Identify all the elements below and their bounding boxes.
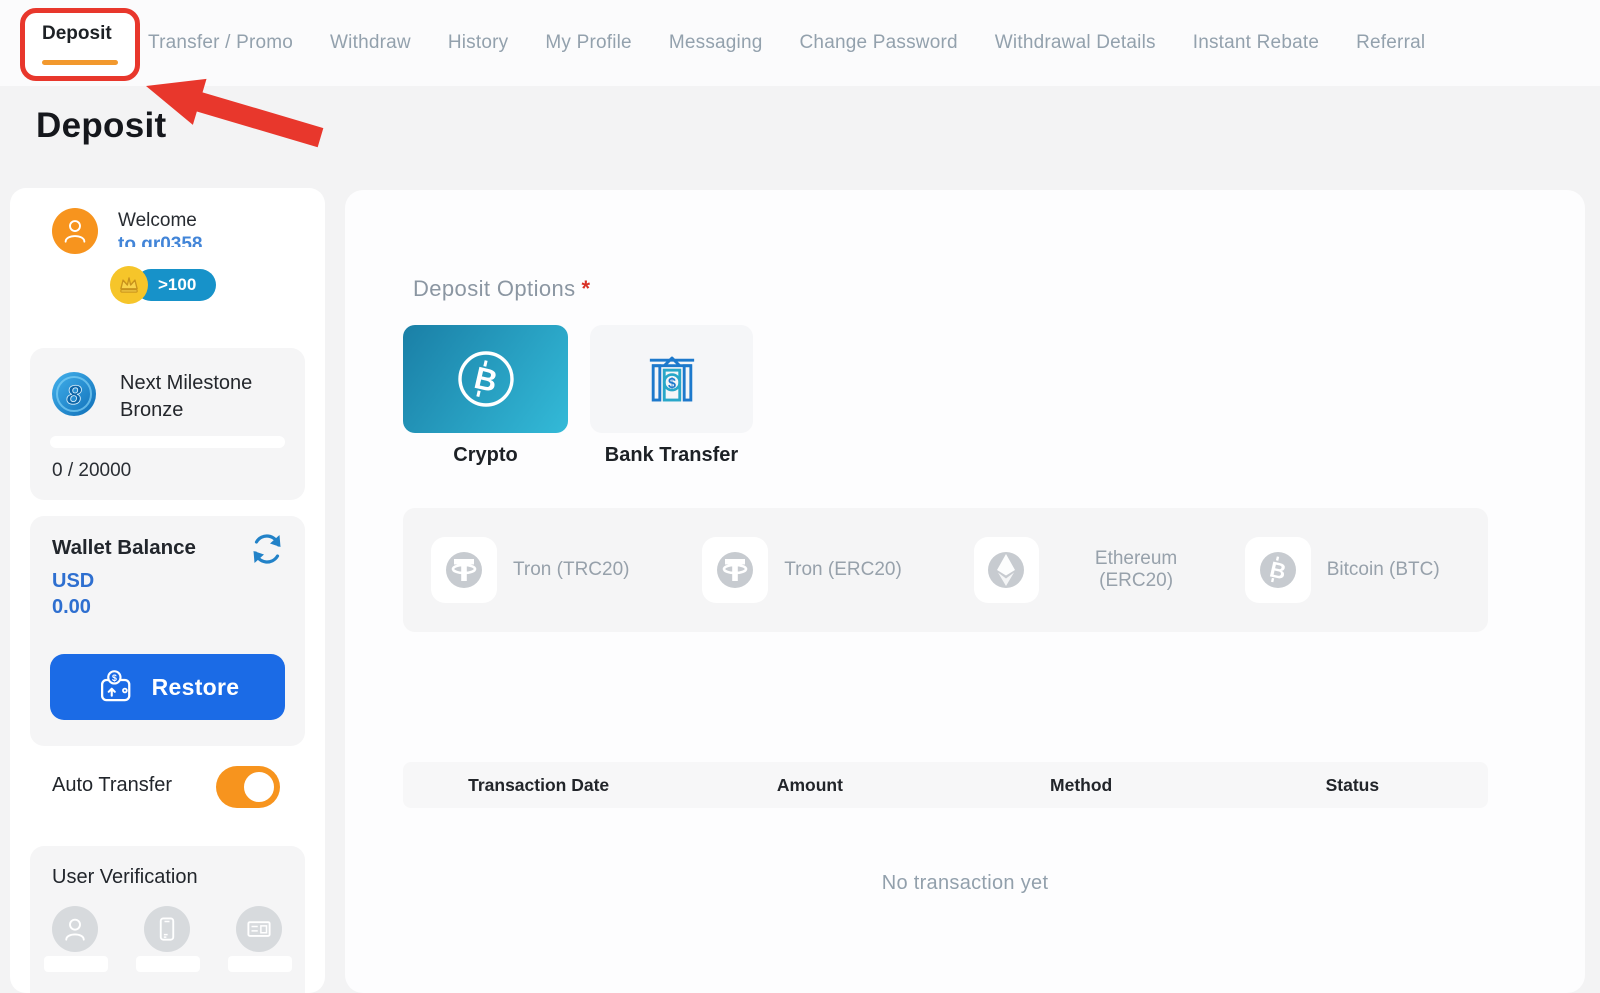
welcome-text: Welcome xyxy=(118,210,197,232)
bank-transfer-icon: $ xyxy=(641,348,703,410)
milestone-tier: Bronze xyxy=(120,397,252,424)
nav-tab-my-profile[interactable]: My Profile xyxy=(545,32,631,54)
nav-tab-change-password[interactable]: Change Password xyxy=(800,32,958,54)
deposit-options-heading: Deposit Options* xyxy=(413,276,591,302)
toggle-knob xyxy=(241,769,277,805)
refresh-icon xyxy=(248,530,286,568)
wallet-balance-title: Wallet Balance xyxy=(52,536,196,560)
deposit-main-panel: Deposit Options* B $ xyxy=(345,190,1585,993)
currency-label: Tron (ERC20) xyxy=(784,559,902,581)
col-amount: Amount xyxy=(674,775,945,796)
nav-tab-referral[interactable]: Referral xyxy=(1356,32,1425,54)
verification-identity-button[interactable] xyxy=(52,906,98,952)
currency-tron-erc20[interactable]: Tron (ERC20) xyxy=(674,537,945,603)
nav-tab-transfer-promo[interactable]: Transfer / Promo xyxy=(148,32,293,54)
tether-icon xyxy=(702,537,768,603)
nav-tab-deposit-label: Deposit xyxy=(42,23,112,44)
col-transaction-date: Transaction Date xyxy=(403,775,674,796)
person-icon xyxy=(60,914,90,944)
milestone-progress-bar xyxy=(50,436,285,448)
crypto-method-label: Crypto xyxy=(403,444,568,467)
crypto-currency-list: Tron (TRC20) Tron (ERC20) xyxy=(403,508,1488,632)
empty-transactions-message: No transaction yet xyxy=(345,872,1585,895)
currency-label: Ethereum (ERC20) xyxy=(1055,548,1216,592)
auto-transfer-label: Auto Transfer xyxy=(52,774,172,797)
currency-tron-trc20[interactable]: Tron (TRC20) xyxy=(403,537,674,603)
wallet-amount: 0.00 xyxy=(52,596,91,619)
wallet-balance-card: Wallet Balance USD 0.00 $ xyxy=(30,516,305,746)
nav-items: Transfer / Promo Withdraw History My Pro… xyxy=(148,32,1425,54)
active-tab-underline xyxy=(42,60,118,65)
milestone-progress-text: 0 / 20000 xyxy=(52,460,131,482)
nav-tab-instant-rebate[interactable]: Instant Rebate xyxy=(1193,32,1319,54)
app-root: Deposit Transfer / Promo Withdraw Histor… xyxy=(0,0,1600,993)
user-verification-card: User Verification xyxy=(30,846,305,993)
transactions-table-header: Transaction Date Amount Method Status xyxy=(403,762,1488,808)
verification-status-bar xyxy=(228,956,292,972)
svg-text:$: $ xyxy=(668,376,676,392)
ethereum-icon xyxy=(974,537,1040,603)
wallet-currency: USD xyxy=(52,570,94,593)
tether-icon xyxy=(431,537,497,603)
currency-ethereum-erc20[interactable]: Ethereum (ERC20) xyxy=(946,537,1217,603)
bitcoin-icon: B xyxy=(453,346,519,412)
currency-label: Bitcoin (BTC) xyxy=(1327,559,1440,581)
vip-badge: >100 xyxy=(110,266,216,304)
required-asterisk: * xyxy=(582,276,591,301)
phone-icon xyxy=(152,914,182,944)
refresh-balance-button[interactable] xyxy=(247,530,287,570)
bank-method-label: Bank Transfer xyxy=(590,444,753,467)
user-verification-title: User Verification xyxy=(52,866,198,889)
nav-tab-messaging[interactable]: Messaging xyxy=(669,32,763,54)
person-icon xyxy=(60,216,90,246)
restore-button-label: Restore xyxy=(152,674,240,701)
sidebar: Welcome to gr0358 >100 xyxy=(10,188,325,993)
milestone-card: 8 Next Milestone Bronze 0 / 20000 xyxy=(30,348,305,500)
top-navigation: Deposit Transfer / Promo Withdraw Histor… xyxy=(0,0,1600,86)
deposit-method-bank-tile[interactable]: $ xyxy=(590,325,753,433)
nav-tab-deposit[interactable]: Deposit xyxy=(42,23,118,65)
currency-bitcoin-btc[interactable]: B Bitcoin (BTC) xyxy=(1217,537,1488,603)
red-annotation-box: Deposit xyxy=(20,8,140,81)
nav-tab-history[interactable]: History xyxy=(448,32,509,54)
crown-icon xyxy=(110,266,148,304)
milestone-heading: Next Milestone Bronze xyxy=(120,370,252,424)
auto-transfer-row: Auto Transfer xyxy=(52,766,302,808)
id-card-icon xyxy=(244,914,274,944)
nav-tab-withdrawal-details[interactable]: Withdrawal Details xyxy=(995,32,1156,54)
col-method: Method xyxy=(946,775,1217,796)
wallet-icon: $ xyxy=(96,666,138,708)
svg-text:$: $ xyxy=(112,673,117,683)
welcome-username-clipped: to gr0358 xyxy=(118,234,268,247)
milestone-title: Next Milestone xyxy=(120,370,252,397)
welcome-username: to gr0358 xyxy=(118,234,202,247)
coin-icon: 8 xyxy=(50,370,98,423)
deposit-method-crypto-tile[interactable]: B xyxy=(403,325,568,433)
restore-button[interactable]: $ Restore xyxy=(50,654,285,720)
verification-status-bar xyxy=(44,956,108,972)
page-title: Deposit xyxy=(36,106,166,146)
verification-status-bar xyxy=(136,956,200,972)
user-avatar xyxy=(52,208,98,254)
col-status: Status xyxy=(1217,775,1488,796)
verification-phone-button[interactable] xyxy=(144,906,190,952)
currency-label: Tron (TRC20) xyxy=(513,559,629,581)
nav-tab-withdraw[interactable]: Withdraw xyxy=(330,32,411,54)
bitcoin-icon: B xyxy=(1245,537,1311,603)
svg-text:8: 8 xyxy=(66,380,81,410)
deposit-options-label: Deposit Options xyxy=(413,276,576,301)
verification-id-document-button[interactable] xyxy=(236,906,282,952)
auto-transfer-toggle[interactable] xyxy=(216,766,280,808)
